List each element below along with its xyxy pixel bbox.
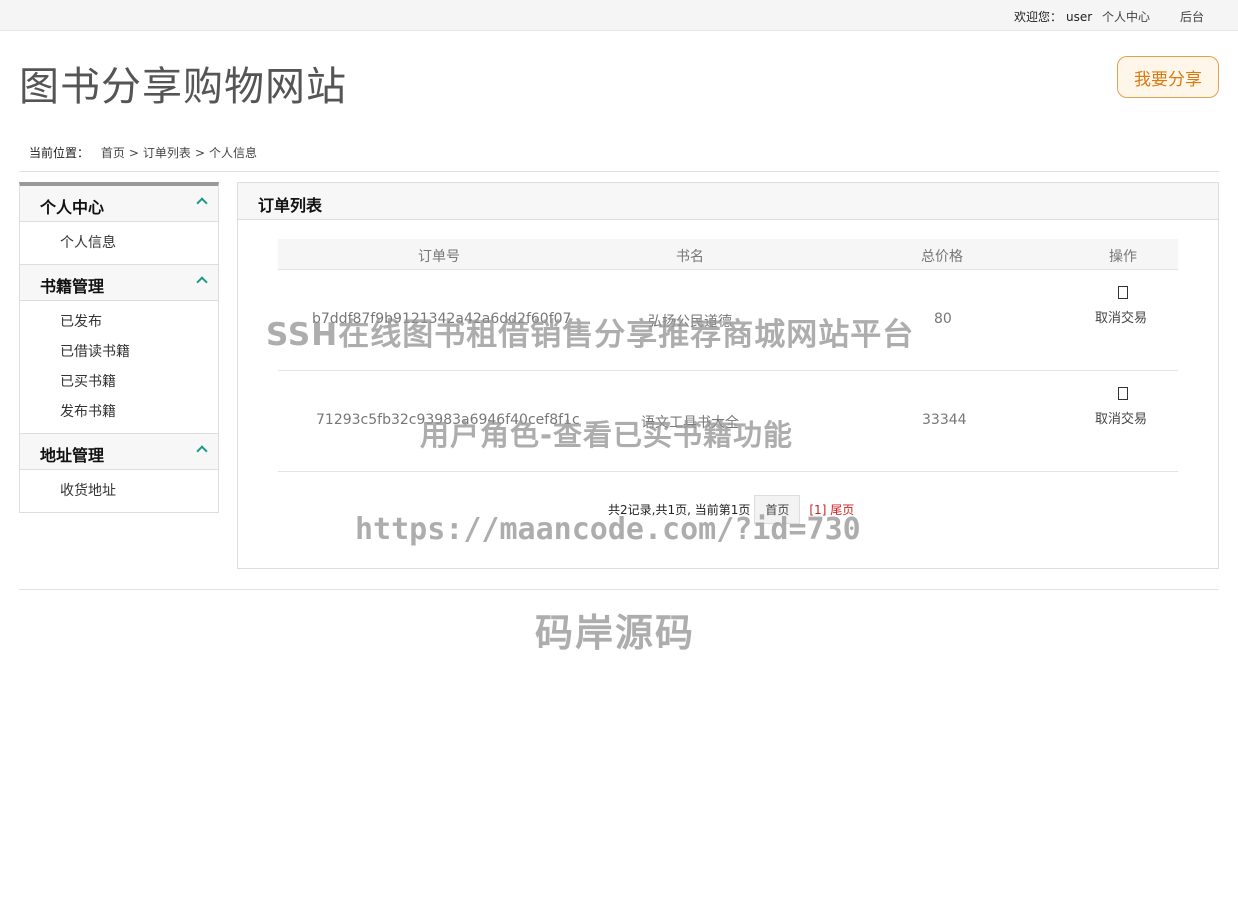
watermark-title: SSH在线图书租借销售分享推荐商城网站平台: [266, 317, 915, 353]
panel-title: 订单列表: [258, 196, 323, 215]
sidebar-section-title: 书籍管理: [40, 277, 105, 296]
breadcrumb-order-list[interactable]: 订单列表: [143, 146, 191, 160]
sidebar-section-title: 个人中心: [40, 198, 105, 217]
sidebar-list: 已发布 已借读书籍 已买书籍 发布书籍: [20, 301, 218, 434]
username: user: [1066, 10, 1093, 24]
sidebar-item-published[interactable]: 已发布: [20, 307, 218, 337]
sidebar-item-shipping-address[interactable]: 收货地址: [20, 476, 218, 506]
share-button[interactable]: 我要分享: [1117, 56, 1219, 98]
sidebar-list: 收货地址: [20, 470, 218, 512]
sidebar-section-address-management[interactable]: 地址管理: [20, 434, 218, 470]
watermark-brand: 码岸源码: [535, 611, 696, 655]
breadcrumb-separator: >: [194, 146, 205, 160]
document-icon: [1118, 286, 1128, 299]
sidebar-item-bought-books[interactable]: 已买书籍: [20, 367, 218, 397]
chevron-up-icon[interactable]: [196, 197, 208, 209]
watermark-url: https://maancode.com/?id=730: [355, 512, 861, 547]
chevron-up-icon[interactable]: [196, 276, 208, 288]
footer-divider: [19, 589, 1219, 590]
column-header-total-price: 总价格: [921, 249, 963, 265]
cancel-transaction-link[interactable]: 取消交易: [1095, 307, 1147, 326]
chevron-up-icon[interactable]: [196, 445, 208, 457]
sidebar: 个人中心 个人信息 书籍管理 已发布 已借读书籍 已买书籍 发布书籍 地址管理 …: [19, 182, 219, 513]
sidebar-section-book-management[interactable]: 书籍管理: [20, 265, 218, 301]
site-title: 图书分享购物网站: [19, 64, 347, 110]
top-bar: 欢迎您： user 个人中心 后台: [0, 0, 1238, 31]
column-header-book-name: 书名: [676, 249, 704, 265]
divider: [19, 171, 1219, 172]
admin-link[interactable]: 后台: [1180, 8, 1204, 25]
welcome-label: 欢迎您：: [1014, 10, 1063, 24]
panel-header: 订单列表: [238, 183, 1218, 220]
sidebar-section-personal-center[interactable]: 个人中心: [20, 186, 218, 222]
sidebar-item-personal-info[interactable]: 个人信息: [20, 228, 218, 258]
total-price: 80: [934, 311, 952, 327]
column-header-order-no: 订单号: [418, 249, 460, 265]
sidebar-list: 个人信息: [20, 222, 218, 265]
table-header: 订单号 书名 总价格 操作: [278, 239, 1178, 270]
personal-center-link[interactable]: 个人中心: [1102, 8, 1150, 25]
breadcrumb-separator: >: [128, 146, 139, 160]
sidebar-item-borrowed-books[interactable]: 已借读书籍: [20, 337, 218, 367]
total-price: 33344: [922, 412, 967, 428]
document-icon: [1118, 387, 1128, 400]
breadcrumb-prefix: 当前位置：: [29, 146, 90, 160]
breadcrumb-personal-info[interactable]: 个人信息: [209, 146, 257, 160]
watermark-subtitle: 用户角色-查看已买书籍功能: [420, 418, 794, 452]
sidebar-section-title: 地址管理: [40, 446, 105, 465]
welcome-text: 欢迎您： user: [1014, 8, 1092, 25]
order-list-panel: 订单列表 订单号 书名 总价格 操作 b7ddf87f9b9121342a42a…: [237, 182, 1219, 569]
sidebar-item-publish-book[interactable]: 发布书籍: [20, 397, 218, 427]
cancel-transaction-link[interactable]: 取消交易: [1095, 408, 1147, 427]
breadcrumb: 当前位置： 首页 > 订单列表 > 个人信息: [29, 144, 257, 161]
breadcrumb-home[interactable]: 首页: [101, 146, 125, 160]
column-header-action: 操作: [1109, 249, 1137, 265]
